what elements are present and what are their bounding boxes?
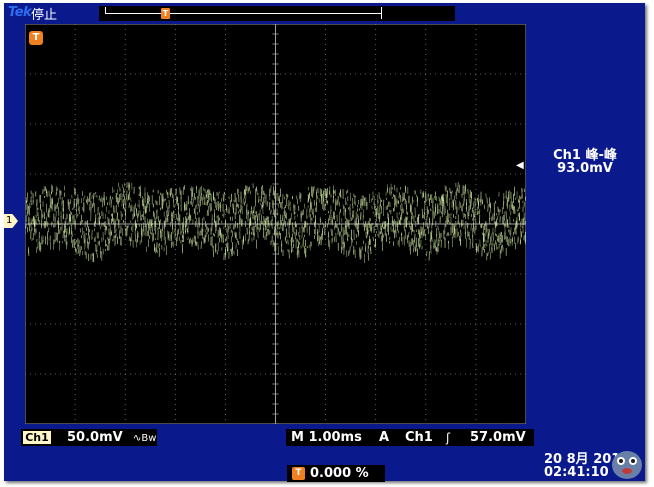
record-view-track: [105, 13, 381, 14]
brand-logo: Tek: [8, 5, 32, 20]
rising-edge-icon: ʃ: [446, 431, 451, 445]
ch1-ground-label: 1: [6, 215, 13, 226]
trigger-position-icon: T: [292, 467, 305, 480]
oscilloscope-screen: Tek 停止 T T 1 ◀ Ch1 峰-峰 93.0mV Ch1 50.0mV…: [4, 3, 645, 482]
ch1-badge[interactable]: Ch1: [23, 431, 51, 444]
graticule-svg: [25, 24, 526, 424]
time-readout: 02:41:10: [544, 465, 609, 480]
trigger-mode: A: [379, 430, 390, 445]
trigger-position-readout: 0.000 %: [310, 466, 369, 481]
timebase-readout: M 1.00ms: [291, 430, 362, 445]
trigger-time-marker-icon: T: [29, 31, 43, 45]
record-trigger-position-icon: T: [161, 8, 170, 19]
record-view-left-tick: [105, 7, 106, 14]
acquisition-status: 停止: [31, 8, 58, 23]
trigger-level-arrow-icon: ◀: [516, 160, 524, 171]
ch1-scale-readout: 50.0mV: [67, 430, 123, 445]
graticule: [25, 24, 526, 424]
trigger-level-readout: 57.0mV: [470, 430, 526, 445]
trigger-source: Ch1: [405, 430, 433, 445]
record-view-right-tick: [381, 7, 382, 19]
bandwidth-limit-icon: ∿Bw: [133, 433, 157, 444]
measurement-value: 93.0mV: [557, 161, 613, 176]
mascot-icon: [612, 451, 642, 479]
screenshot-frame: Tek 停止 T T 1 ◀ Ch1 峰-峰 93.0mV Ch1 50.0mV…: [0, 0, 654, 487]
